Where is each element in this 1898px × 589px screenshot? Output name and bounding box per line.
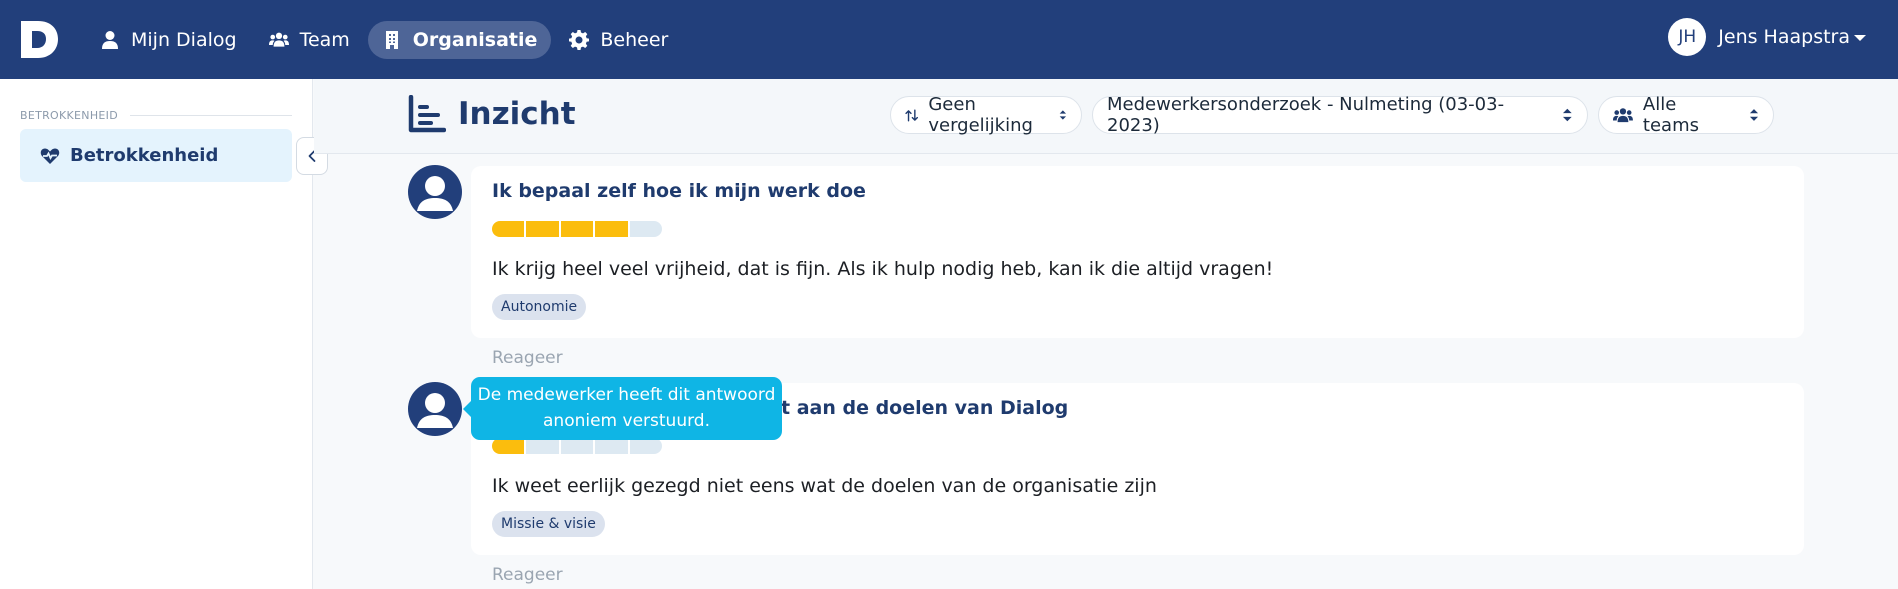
select-arrows-icon: [1059, 110, 1067, 120]
team-select[interactable]: Alle teams: [1598, 94, 1774, 136]
answer-text: Ik weet eerlijk gezegd niet eens wat de …: [492, 475, 1157, 497]
answer-text: Ik krijg heel veel vrijheid, dat is fijn…: [492, 258, 1274, 280]
question-title: Ik bepaal zelf hoe ik mijn werk doe: [492, 180, 866, 202]
sidebar-item-betrokkenheid[interactable]: Betrokkenheid: [20, 129, 292, 182]
score-segment: [560, 221, 594, 237]
score-segment: [492, 438, 525, 454]
user-icon: [102, 31, 118, 49]
sort-arrows-icon: [905, 109, 919, 121]
sidebar-section-title: BETROKKENHEID: [20, 109, 292, 122]
users-icon: [268, 32, 289, 47]
anonymous-tooltip: De medewerker heeft dit antwoord anoniem…: [463, 377, 782, 440]
response-card: Ik bepaal zelf hoe ik mijn werk doe Ik k…: [471, 166, 1804, 338]
anonymous-avatar[interactable]: [408, 165, 462, 219]
nav-item-label: Organisatie: [412, 29, 538, 51]
survey-select-value: Medewerkersonderzoek - Nulmeting (03-03-…: [1107, 94, 1505, 136]
nav-item-mijn-dialog[interactable]: Mijn Dialog: [86, 21, 251, 59]
nav-item-label: Mijn Dialog: [131, 29, 237, 51]
nav-item-label: Team: [299, 29, 350, 51]
score-segment: [595, 221, 628, 237]
user-avatar: JH: [1668, 18, 1707, 56]
user-menu[interactable]: JH Jens Haapstra: [1668, 18, 1866, 56]
page-title-text: Inzicht: [458, 96, 576, 132]
topic-tag[interactable]: Missie & visie: [492, 511, 605, 537]
users-icon: [1613, 107, 1633, 122]
select-arrows-icon: [1749, 109, 1759, 121]
tooltip-line: anoniem verstuurd.: [543, 411, 710, 431]
score-segment: [629, 438, 662, 454]
nav-item-label: Beheer: [600, 29, 669, 51]
reply-link[interactable]: Reageer: [492, 348, 563, 368]
team-select-value: Alle teams: [1642, 94, 1699, 136]
dialog-logo[interactable]: [18, 18, 60, 60]
nav-item-organisatie[interactable]: Organisatie: [367, 21, 552, 59]
chart-list-icon: [408, 95, 446, 133]
question-title: t aan de doelen van Dialog: [781, 397, 1069, 419]
user-silhouette-icon: [417, 176, 453, 211]
topic-tag[interactable]: Autonomie: [492, 294, 587, 320]
survey-select[interactable]: Medewerkersonderzoek - Nulmeting (03-03-…: [1092, 94, 1588, 136]
tooltip-line: De medewerker heeft dit antwoord: [477, 385, 776, 405]
content-header: Inzicht Geen vergelijking Medewerkersond…: [314, 79, 1898, 154]
score-segment: [526, 221, 559, 237]
building-icon: [385, 31, 398, 49]
score-segment: [560, 438, 594, 454]
comparison-select[interactable]: Geen vergelijking: [890, 94, 1082, 136]
top-navbar: Mijn Dialog Team Organisatie Beheer JH J…: [0, 0, 1898, 79]
gear-icon: [569, 30, 590, 50]
anonymous-avatar[interactable]: [408, 382, 462, 436]
nav-item-team[interactable]: Team: [255, 21, 364, 59]
user-silhouette-icon: [417, 393, 453, 428]
select-arrows-icon: [1563, 108, 1573, 122]
nav-item-beheer[interactable]: Beheer: [555, 21, 682, 59]
score-segment: [595, 438, 628, 454]
sidebar-item-label: Betrokkenheid: [70, 145, 219, 166]
score-segment: [526, 438, 559, 454]
score-segment: [629, 221, 662, 237]
comparison-select-value: Geen vergelijking: [928, 94, 1033, 136]
user-name: Jens Haapstra: [1718, 26, 1850, 48]
heartbeat-icon: [40, 148, 60, 164]
main-nav: Mijn Dialog Team Organisatie Beheer: [86, 20, 686, 60]
score-bar: [492, 438, 662, 454]
page-title: Inzicht: [408, 95, 576, 133]
reply-link[interactable]: Reageer: [492, 565, 563, 585]
sidebar: BETROKKENHEID Betrokkenheid: [0, 79, 313, 589]
score-bar: [492, 221, 662, 237]
score-segment: [492, 221, 525, 237]
caret-down-icon: [1854, 35, 1866, 41]
